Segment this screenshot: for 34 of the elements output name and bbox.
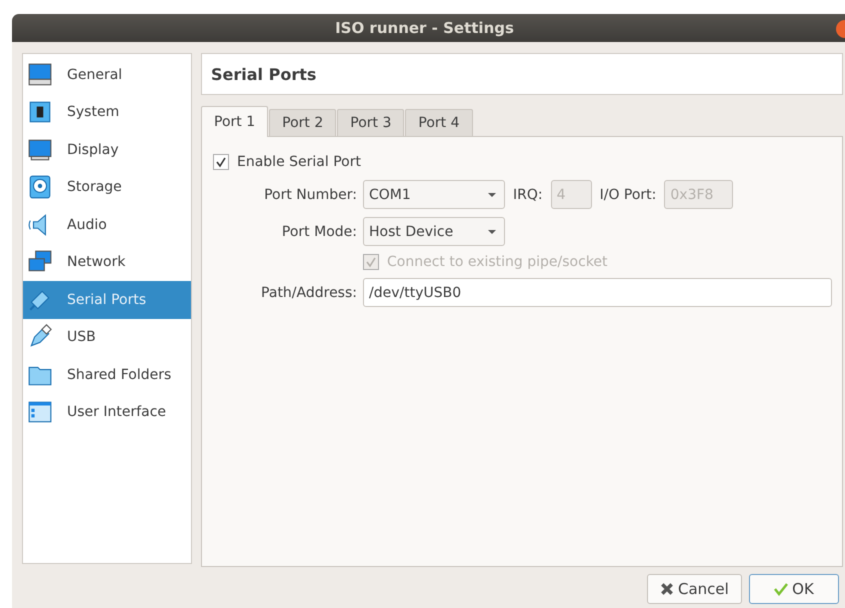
sidebar-item[interactable]: Display [23,131,191,168]
field-label: Path/Address: [260,284,357,300]
sidebar-item[interactable]: Network [23,244,191,281]
sidebar-item[interactable]: USB [23,318,191,356]
ok-button[interactable]: OK [749,574,839,604]
sidebar-item[interactable]: General [23,56,191,94]
field-label: Port Mode: [280,224,357,240]
display-icon [27,136,53,163]
field-label: I/O Port: [600,186,656,202]
close-icon [660,582,674,596]
sidebar-item[interactable]: User Interface [23,394,191,431]
field-label: Port Number: [263,186,357,202]
system-icon [27,99,53,126]
sidebar-item[interactable]: Audio [23,206,191,244]
dropdown[interactable]: COM1 [363,180,505,209]
checkbox-label: Connect to existing pipe/socket [387,254,608,270]
sidebar-item[interactable]: Storage [23,168,191,206]
dropdown[interactable]: Host Device [363,217,505,246]
tab[interactable]: Port 2 [269,109,336,136]
window-title: ISO runner - Settings [335,19,514,37]
checkbox[interactable] [213,154,229,170]
general-icon [27,62,53,88]
input-field[interactable]: /dev/ttyUSB0 [363,278,832,307]
check-icon [774,582,788,596]
tab[interactable]: Port 3 [337,109,404,136]
sidebar-item[interactable]: System [23,94,191,131]
field-label: IRQ: [513,186,543,202]
page-title: Serial Ports [211,64,316,84]
tab[interactable]: Port 1 [201,106,268,137]
storage-icon [27,174,53,200]
checkbox-label: Enable Serial Port [237,154,361,170]
sidebar-item[interactable]: Shared Folders [23,356,191,394]
tab[interactable]: Port 4 [405,109,472,136]
cancel-button[interactable]: Cancel [647,574,742,604]
